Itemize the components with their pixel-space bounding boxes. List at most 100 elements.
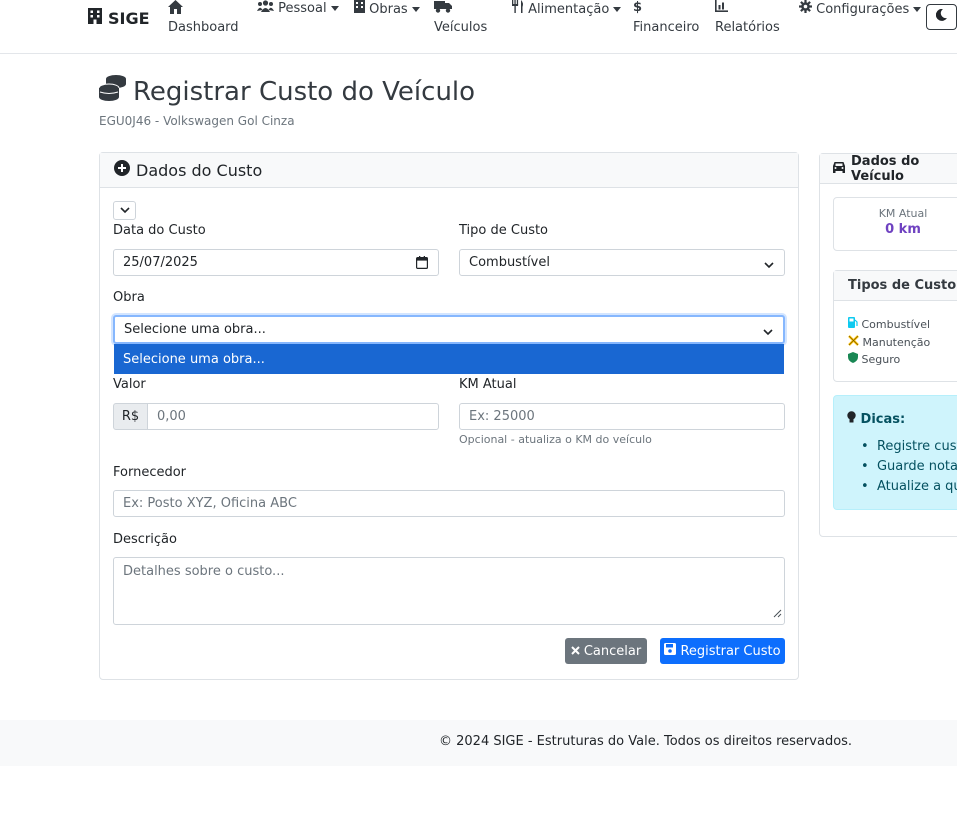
users-icon xyxy=(257,0,274,16)
gear-icon xyxy=(799,0,812,17)
cost-type-label: Manutenção xyxy=(862,335,931,349)
cost-type-label: Seguro xyxy=(861,353,901,366)
supplier-input[interactable]: Ex: Posto XYZ, Oficina ABC xyxy=(113,490,785,517)
value-input[interactable]: 0,00 xyxy=(147,403,439,430)
nav-relatorios[interactable]: Relatórios xyxy=(715,0,780,35)
chevron-down-icon xyxy=(763,325,773,340)
description-placeholder: Detalhes sobre o custo... xyxy=(123,564,285,579)
gas-pump-icon xyxy=(848,317,858,331)
km-box-value: 0 km xyxy=(885,222,921,237)
obra-option-label: Selecione uma obra... xyxy=(123,351,265,367)
tips-title-row: Dicas: xyxy=(847,411,905,427)
vehicle-info-card: Dados do Veículo KM Atual 0 km Tipos de … xyxy=(819,153,957,537)
coins-icon xyxy=(98,74,127,109)
value-label: Valor xyxy=(113,377,146,392)
km-placeholder: Ex: 25000 xyxy=(469,409,535,424)
nav-veiculos[interactable]: Veículos xyxy=(434,0,487,35)
nav-alimentacao-label: Alimentação xyxy=(528,2,610,17)
nav-relatorios-label: Relatórios xyxy=(715,20,780,35)
building-icon xyxy=(354,0,365,17)
nav-dashboard[interactable]: Dashboard xyxy=(168,0,239,35)
nav-pessoal[interactable]: Pessoal xyxy=(257,0,339,16)
cost-form-title: Dados do Custo xyxy=(136,160,263,180)
tip-item-text: Registre custo xyxy=(876,439,957,454)
resize-handle-icon[interactable] xyxy=(773,607,782,622)
nav-alimentacao[interactable]: Alimentação xyxy=(512,0,622,17)
currency-prefix: R$ xyxy=(113,403,148,430)
caret-down-icon xyxy=(913,7,922,12)
obra-dropdown-option[interactable]: Selecione uma obra... xyxy=(114,344,784,374)
obra-value: Selecione uma obra... xyxy=(124,322,266,337)
cost-type-item: Combustível xyxy=(848,316,957,334)
chart-icon xyxy=(715,0,728,16)
km-label: KM Atual xyxy=(459,377,517,392)
nav-configuracoes[interactable]: Configurações xyxy=(799,0,922,17)
home-icon xyxy=(168,0,183,18)
collapse-toggle-button[interactable] xyxy=(113,201,136,220)
tools-icon xyxy=(848,334,859,349)
value-placeholder: 0,00 xyxy=(157,409,186,424)
km-box-label: KM Atual xyxy=(878,207,928,220)
km-help-text: Opcional - atualiza o KM do veículo xyxy=(459,433,652,446)
submit-button-label: Registrar Custo xyxy=(680,643,781,659)
km-input[interactable]: Ex: 25000 xyxy=(459,403,785,430)
date-input[interactable]: 25/07/2025 xyxy=(113,249,439,276)
close-icon xyxy=(571,644,580,659)
cost-type-value: Combustível xyxy=(469,255,550,270)
tips-box: Dicas: • Registre custo • Guarde notas •… xyxy=(833,395,957,510)
cost-types-box: Tipos de Custo Combustível Manutenção Se… xyxy=(833,270,957,382)
building-icon xyxy=(88,8,102,28)
truck-icon xyxy=(434,1,452,17)
nav-veiculos-label: Veículos xyxy=(434,20,488,35)
brand-label: SIGE xyxy=(108,8,150,28)
supplier-label: Fornecedor xyxy=(113,465,187,480)
cancel-button[interactable]: Cancelar xyxy=(565,638,647,664)
dollar-icon: $ xyxy=(633,0,643,15)
description-textarea[interactable]: Detalhes sobre o custo... xyxy=(113,557,785,625)
km-box: KM Atual 0 km xyxy=(833,197,957,251)
lightbulb-icon xyxy=(847,411,856,427)
tips-title: Dicas: xyxy=(860,412,906,427)
submit-button[interactable]: Registrar Custo xyxy=(660,638,785,664)
nav-financeiro[interactable]: $ Financeiro xyxy=(633,0,699,35)
cost-type-item: Manutenção xyxy=(848,334,957,352)
date-label: Data do Custo xyxy=(113,223,206,238)
tip-item-text: Guarde notas xyxy=(876,459,957,474)
cost-type-label: Combustível xyxy=(861,318,931,331)
plus-circle-icon xyxy=(114,160,130,180)
supplier-placeholder: Ex: Posto XYZ, Oficina ABC xyxy=(123,496,297,511)
brand[interactable]: SIGE xyxy=(88,8,150,28)
save-icon xyxy=(664,643,677,659)
cost-form-header: Dados do Custo xyxy=(100,153,798,188)
cancel-button-label: Cancelar xyxy=(583,643,642,659)
caret-down-icon xyxy=(411,7,420,12)
nav-financeiro-label: Financeiro xyxy=(633,20,700,35)
tip-item-text: Atualize a quil xyxy=(876,479,957,494)
caret-down-icon xyxy=(613,7,622,12)
tip-item: • Atualize a quil xyxy=(861,477,957,497)
cost-type-select[interactable]: Combustível xyxy=(459,249,785,276)
moon-icon xyxy=(935,8,947,25)
nav-configuracoes-label: Configurações xyxy=(816,2,910,17)
description-label: Descrição xyxy=(113,532,177,547)
nav-pessoal-label: Pessoal xyxy=(278,1,327,16)
shield-icon xyxy=(848,352,858,366)
vehicle-info-header: Dados do Veículo xyxy=(820,154,957,184)
tip-item: • Guarde notas xyxy=(861,457,957,477)
calendar-icon[interactable] xyxy=(416,256,429,273)
chevron-down-icon xyxy=(119,203,130,218)
page-subtitle: EGU0J46 - Volkswagen Gol Cinza xyxy=(99,114,295,128)
footer: © 2024 SIGE - Estruturas do Vale. Todos … xyxy=(0,720,957,766)
nav-obras-label: Obras xyxy=(369,2,408,17)
theme-toggle-button[interactable] xyxy=(926,4,957,30)
utensils-icon xyxy=(512,0,524,17)
chevron-down-icon xyxy=(764,258,774,273)
obra-label: Obra xyxy=(113,290,145,305)
page-title-text: Registrar Custo do Veículo xyxy=(133,76,476,107)
footer-text: © 2024 SIGE - Estruturas do Vale. Todos … xyxy=(439,734,853,749)
cost-types-title: Tipos de Custo xyxy=(834,271,957,301)
obra-select[interactable]: Selecione uma obra... xyxy=(113,315,785,344)
vehicle-info-title: Dados do Veículo xyxy=(851,153,920,184)
cost-type-label: Tipo de Custo xyxy=(459,223,549,238)
nav-obras[interactable]: Obras xyxy=(354,0,420,17)
